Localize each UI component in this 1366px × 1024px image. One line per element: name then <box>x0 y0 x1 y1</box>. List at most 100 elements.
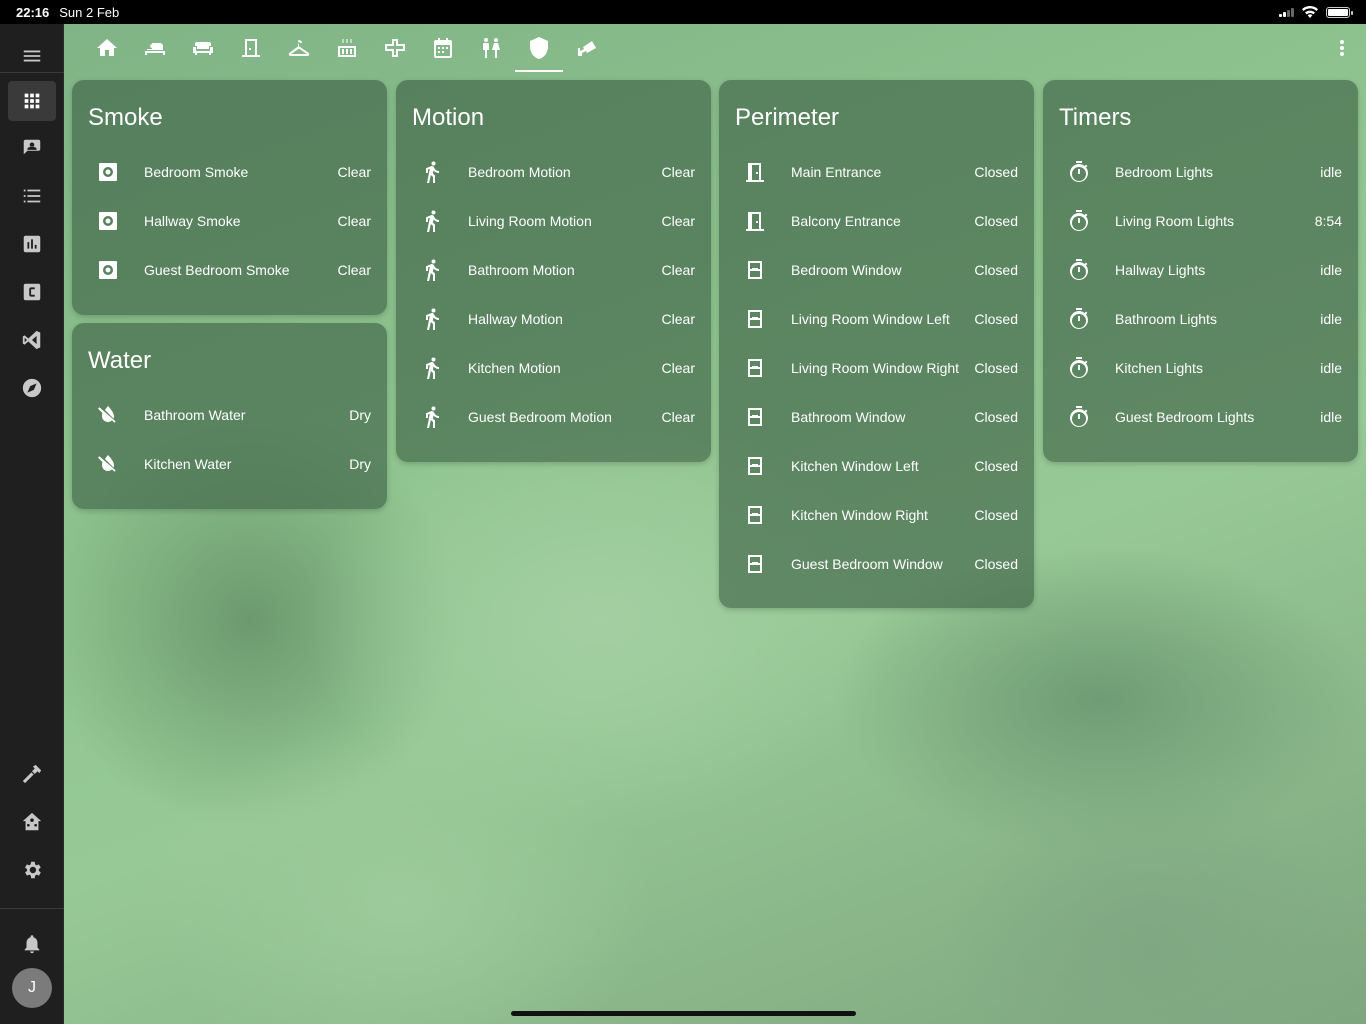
entity-state: Clear <box>337 262 371 278</box>
entity-state: Closed <box>974 311 1018 327</box>
entity-state: Clear <box>661 164 695 180</box>
tab-kitchen[interactable] <box>323 24 371 72</box>
entity-row[interactable]: Hallway Motion Clear <box>412 299 695 339</box>
overflow-menu-button[interactable] <box>1330 36 1354 60</box>
entity-row[interactable]: Bedroom Smoke Clear <box>88 152 371 192</box>
sidebar-item-history[interactable] <box>8 224 56 264</box>
entity-name: Bathroom Water <box>144 407 246 423</box>
wifi-icon <box>1302 6 1318 18</box>
entity-name: Bathroom Lights <box>1115 311 1217 327</box>
entity-row[interactable]: Bathroom Motion Clear <box>412 250 695 290</box>
smoke-detector-icon <box>99 261 117 279</box>
sidebar-item-developer-tools[interactable] <box>8 754 56 794</box>
tab-floorplan[interactable] <box>371 24 419 72</box>
status-bar: 22:16 Sun 2 Feb <box>0 0 1366 24</box>
sidebar-item-map[interactable] <box>8 128 56 168</box>
card-title: Water <box>88 347 152 374</box>
tab-hallway-door[interactable] <box>227 24 275 72</box>
entity-state: Closed <box>974 164 1018 180</box>
hallway-icon <box>385 39 405 57</box>
entity-row[interactable]: Bathroom Window Closed <box>735 397 1018 437</box>
gear-icon <box>25 861 41 879</box>
account-box-icon <box>23 139 41 155</box>
tab-living-room[interactable] <box>179 24 227 72</box>
sidebar-item-supervisor[interactable] <box>8 802 56 842</box>
entity-row[interactable]: Living Room Window Left Closed <box>735 299 1018 339</box>
door-icon <box>242 39 260 57</box>
entity-name: Living Room Motion <box>468 213 592 229</box>
entity-row[interactable]: Bedroom Window Closed <box>735 250 1018 290</box>
menu-toggle-button[interactable] <box>8 36 56 76</box>
entity-name: Kitchen Lights <box>1115 360 1203 376</box>
entity-row[interactable]: Guest Bedroom Window Closed <box>735 544 1018 584</box>
door-closed-icon <box>746 212 764 231</box>
entity-row[interactable]: Bedroom Motion Clear <box>412 152 695 192</box>
entity-name: Hallway Smoke <box>144 213 241 229</box>
entity-row[interactable]: Kitchen Lights idle <box>1059 348 1342 388</box>
entity-state: Clear <box>661 409 695 425</box>
smoke-detector-icon <box>99 163 117 181</box>
entity-name: Balcony Entrance <box>791 213 901 229</box>
hammer-icon <box>22 764 42 784</box>
entity-row[interactable]: Kitchen Motion Clear <box>412 348 695 388</box>
timer-icon <box>1069 406 1088 428</box>
tab-bedroom[interactable] <box>131 24 179 72</box>
water-card: Water Bathroom Water Dry Kitchen Water D… <box>72 323 387 509</box>
entity-row[interactable]: Guest Bedroom Motion Clear <box>412 397 695 437</box>
sidebar-item-configurator[interactable] <box>8 272 56 312</box>
entity-row[interactable]: Bathroom Lights idle <box>1059 299 1342 339</box>
entity-row[interactable]: Hallway Lights idle <box>1059 250 1342 290</box>
entity-row[interactable]: Bathroom Water Dry <box>88 395 371 435</box>
entity-name: Living Room Window Left <box>791 311 950 327</box>
card-title: Motion <box>412 104 485 131</box>
tab-cameras[interactable] <box>563 24 611 72</box>
entity-row[interactable]: Bedroom Lights idle <box>1059 152 1342 192</box>
smoke-card: Smoke Bedroom Smoke Clear Hallway Smoke … <box>72 80 387 315</box>
entity-row[interactable]: Guest Bedroom Lights idle <box>1059 397 1342 437</box>
entity-row[interactable]: Kitchen Window Left Closed <box>735 446 1018 486</box>
tab-calendar[interactable] <box>419 24 467 72</box>
entity-row[interactable]: Guest Bedroom Smoke Clear <box>88 250 371 290</box>
sidebar-item-vscode[interactable] <box>8 320 56 360</box>
entity-row[interactable]: Main Entrance Closed <box>735 152 1018 192</box>
notifications-button[interactable] <box>8 924 56 964</box>
entity-name: Kitchen Window Left <box>791 458 919 474</box>
calendar-icon <box>434 38 452 58</box>
entity-state: Closed <box>974 409 1018 425</box>
cctv-icon <box>578 41 596 56</box>
entity-row[interactable]: Living Room Motion Clear <box>412 201 695 241</box>
avatar[interactable]: J <box>12 968 52 1008</box>
entity-name: Main Entrance <box>791 164 882 180</box>
sidebar-item-settings[interactable] <box>8 850 56 890</box>
tab-people[interactable] <box>467 24 515 72</box>
status-date: Sun 2 Feb <box>59 4 120 20</box>
cellular-signal-icon <box>1279 7 1294 17</box>
tab-security[interactable] <box>515 24 563 72</box>
sidebar-item-media[interactable] <box>8 368 56 408</box>
entity-state: idle <box>1320 262 1342 278</box>
entity-row[interactable]: Kitchen Water Dry <box>88 444 371 484</box>
entity-row[interactable]: Hallway Smoke Clear <box>88 201 371 241</box>
tab-wardrobe[interactable] <box>275 24 323 72</box>
timer-icon <box>1069 357 1088 379</box>
sidebar-item-overview[interactable] <box>8 81 56 121</box>
sidebar-item-logbook[interactable] <box>8 176 56 216</box>
entity-state: Closed <box>974 507 1018 523</box>
entity-name: Guest Bedroom Lights <box>1115 409 1255 425</box>
home-indicator[interactable] <box>511 1011 856 1016</box>
timers-card: Timers Bedroom Lights idle Living Room L… <box>1043 80 1358 462</box>
entity-row[interactable]: Balcony Entrance Closed <box>735 201 1018 241</box>
entity-row[interactable]: Living Room Lights 8:54 <box>1059 201 1342 241</box>
stove-icon <box>338 39 356 57</box>
entity-name: Bedroom Motion <box>468 164 571 180</box>
tab-home[interactable] <box>83 24 131 72</box>
entity-name: Kitchen Water <box>144 456 232 472</box>
entity-name: Bathroom Motion <box>468 262 575 278</box>
card-title: Smoke <box>88 104 163 131</box>
c-box-icon <box>23 283 41 301</box>
grid-icon <box>24 93 40 109</box>
entity-row[interactable]: Living Room Window Right Closed <box>735 348 1018 388</box>
entity-state: Closed <box>974 213 1018 229</box>
entity-row[interactable]: Kitchen Window Right Closed <box>735 495 1018 535</box>
card-title: Timers <box>1059 104 1132 131</box>
